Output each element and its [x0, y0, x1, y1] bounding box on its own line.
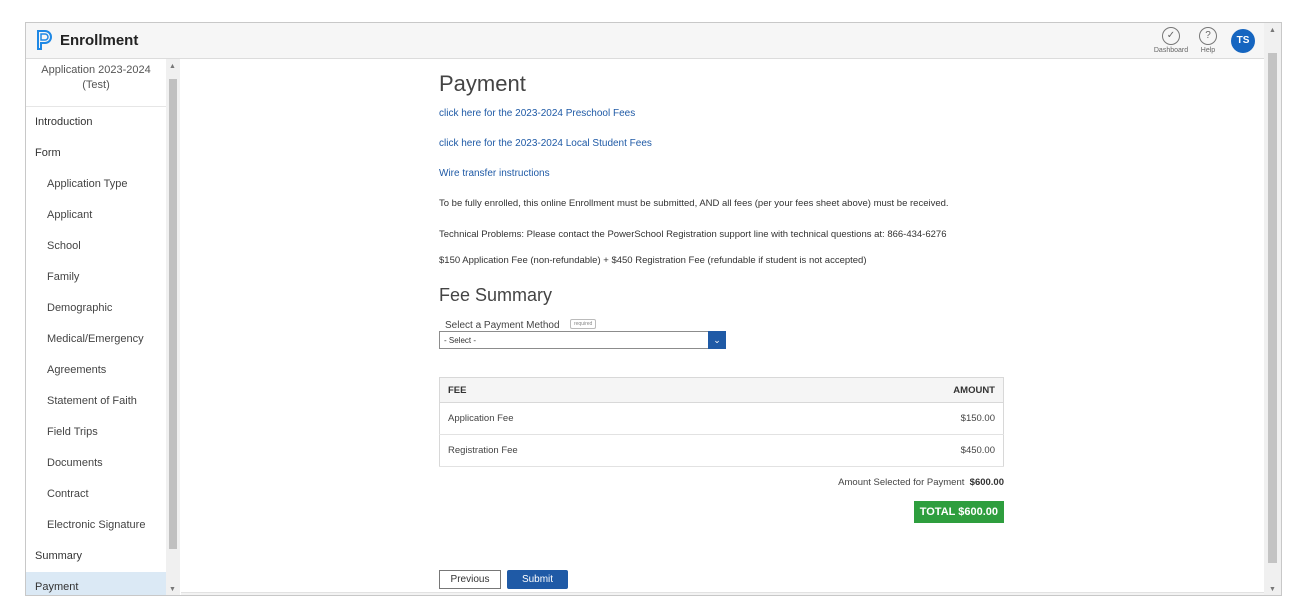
sidebar-item-payment[interactable]: Payment — [26, 572, 166, 595]
amount-column-header: AMOUNT — [776, 377, 1004, 403]
footer-bar — [181, 592, 1264, 595]
main-scrollbar[interactable]: ▲ ▼ — [1264, 23, 1281, 595]
scroll-down-icon[interactable]: ▼ — [169, 586, 176, 593]
local-student-fees-link[interactable]: click here for the 2023-2024 Local Stude… — [439, 137, 1039, 167]
fee-column-header: FEE — [439, 377, 777, 403]
fee-amount: $450.00 — [776, 434, 1004, 467]
scroll-up-icon[interactable]: ▲ — [1269, 27, 1276, 34]
required-badge: required — [569, 318, 597, 329]
help-label: Help — [1200, 47, 1216, 54]
sidebar-item-agreements[interactable]: Agreements — [26, 355, 166, 386]
fee-name: Application Fee — [439, 402, 777, 435]
sidebar-nav: Application 2023-2024 (Test) Introductio… — [26, 59, 167, 595]
sidebar-item-family[interactable]: Family — [26, 262, 166, 293]
page-title: Payment — [439, 71, 526, 96]
scroll-down-icon[interactable]: ▼ — [1269, 586, 1276, 593]
app-title: Enrollment — [60, 32, 139, 49]
sidebar-item-medical-emergency[interactable]: Medical/Emergency — [26, 324, 166, 355]
table-row: Application Fee $150.00 — [439, 402, 1004, 435]
submit-button[interactable]: Submit — [507, 570, 568, 589]
amount-selected-value: $600.00 — [969, 477, 1004, 488]
app-header: Enrollment ✓ Dashboard ? Help TS — [26, 23, 1264, 59]
payment-method-value: - Select - — [444, 336, 477, 345]
sidebar-item-documents[interactable]: Documents — [26, 448, 166, 479]
application-name: Application 2023-2024 (Test) — [26, 59, 166, 107]
sidebar-item-introduction[interactable]: Introduction — [26, 107, 166, 138]
scroll-up-icon[interactable]: ▲ — [169, 63, 176, 70]
sidebar-item-electronic-signature[interactable]: Electronic Signature — [26, 510, 166, 541]
technical-problems-text: Technical Problems: Please contact the P… — [439, 229, 947, 240]
dashboard-icon: ✓ — [1162, 27, 1180, 45]
preschool-fees-link[interactable]: click here for the 2023-2024 Preschool F… — [439, 107, 1039, 137]
payment-method-label: Select a Payment Method — [445, 320, 560, 331]
user-avatar[interactable]: TS — [1231, 29, 1255, 53]
sidebar-item-contract[interactable]: Contract — [26, 479, 166, 510]
sidebar-item-demographic[interactable]: Demographic — [26, 293, 166, 324]
dashboard-button[interactable]: ✓ Dashboard — [1151, 27, 1191, 54]
fee-name: Registration Fee — [439, 434, 777, 467]
enrollment-window: Enrollment ✓ Dashboard ? Help TS Applica… — [25, 22, 1282, 596]
dashboard-label: Dashboard — [1153, 47, 1189, 54]
sidebar-item-application-type[interactable]: Application Type — [26, 169, 166, 200]
fee-summary-title: Fee Summary — [439, 285, 553, 305]
sidebar-scrollbar[interactable]: ▲ ▼ — [166, 59, 180, 595]
powerschool-logo-icon — [37, 30, 52, 50]
fee-table: FEE AMOUNT Application Fee $150.00 Regis… — [439, 377, 1004, 467]
fees-info-text: $150 Application Fee (non-refundable) + … — [439, 255, 867, 266]
sidebar-item-statement-of-faith[interactable]: Statement of Faith — [26, 386, 166, 417]
sidebar-item-form[interactable]: Form — [26, 138, 166, 169]
main-content: Payment click here for the 2023-2024 Pre… — [181, 59, 1264, 595]
sidebar-item-field-trips[interactable]: Field Trips — [26, 417, 166, 448]
sidebar-item-applicant[interactable]: Applicant — [26, 200, 166, 231]
enrollment-notice: To be fully enrolled, this online Enroll… — [439, 198, 949, 209]
table-header-row: FEE AMOUNT — [439, 377, 1004, 403]
previous-button[interactable]: Previous — [439, 570, 501, 589]
amount-selected-label: Amount Selected for Payment — [838, 477, 965, 488]
wire-transfer-link[interactable]: Wire transfer instructions — [439, 167, 1039, 197]
table-row: Registration Fee $450.00 — [439, 434, 1004, 467]
main-scroll-thumb[interactable] — [1268, 53, 1277, 563]
sidebar-item-school[interactable]: School — [26, 231, 166, 262]
payment-method-select[interactable]: - Select - ⌄ — [439, 331, 726, 349]
help-button[interactable]: ? Help — [1188, 27, 1228, 54]
sidebar-item-summary[interactable]: Summary — [26, 541, 166, 572]
total-badge: TOTAL $600.00 — [913, 501, 1004, 523]
help-icon: ? — [1199, 27, 1217, 45]
fee-amount: $150.00 — [776, 402, 1004, 435]
sidebar-scroll-thumb[interactable] — [169, 79, 177, 549]
chevron-down-icon[interactable]: ⌄ — [708, 331, 726, 349]
amount-selected-row: Amount Selected for Payment $600.00 — [439, 477, 1004, 493]
